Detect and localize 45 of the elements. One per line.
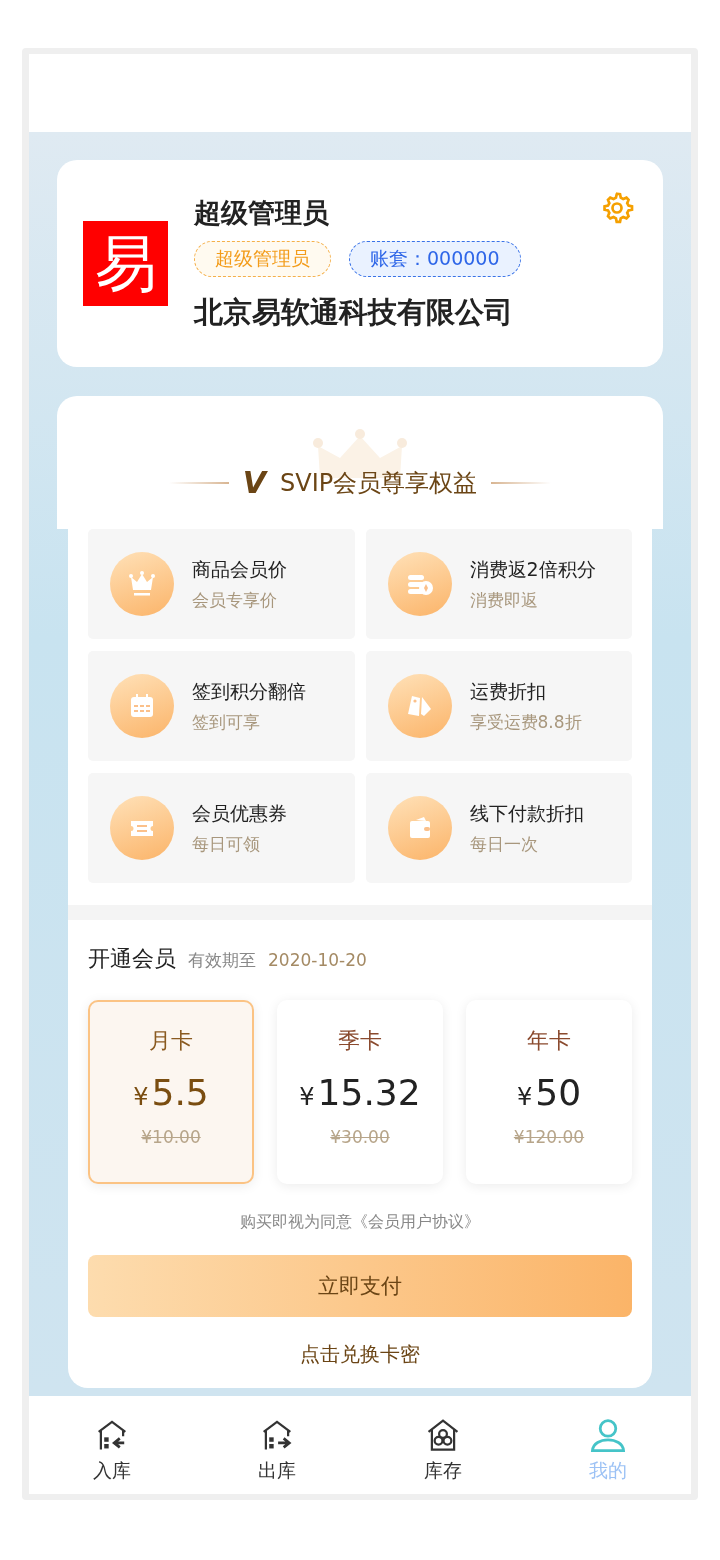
benefit-title: 消费返2倍积分	[469, 556, 596, 582]
pay-button[interactable]: 立即支付	[88, 1255, 632, 1317]
original-price: ¥30.00	[330, 1127, 390, 1147]
benefit-subtitle: 消费即返	[469, 588, 539, 612]
redeem-link[interactable]: 点击兑换卡密	[88, 1341, 632, 1368]
expiry-label: 有效期至	[188, 949, 256, 972]
benefits-title: SVIP会员尊享权益	[280, 467, 478, 499]
currency-symbol: ¥	[516, 1083, 533, 1111]
expiry-date: 2020-10-20	[268, 950, 367, 970]
tab[interactable]: 入库	[29, 1404, 195, 1494]
plan-card[interactable]: 季卡 ¥15.32 ¥30.00	[277, 1000, 443, 1184]
original-price: ¥10.00	[141, 1127, 201, 1147]
vip-mark: V	[242, 465, 266, 500]
tab[interactable]: 出库	[194, 1404, 360, 1494]
benefit-subtitle: 每日一次	[469, 832, 539, 856]
original-price: ¥120.00	[513, 1127, 585, 1147]
role-tag: 超级管理员	[194, 240, 331, 277]
benefit-subtitle: 享受运费8.8折	[469, 710, 582, 734]
section-title: 开通会员	[88, 945, 176, 973]
benefit-subtitle: 每日可领	[192, 832, 261, 856]
plan-name: 季卡	[338, 1027, 382, 1055]
benefit-title: 商品会员价	[192, 556, 287, 582]
plan-price: 50	[535, 1072, 582, 1113]
agreement-text: 购买即视为同意《会员用户协议》	[239, 1212, 481, 1233]
currency-symbol: ¥	[133, 1083, 149, 1111]
plan-card[interactable]: 年卡 ¥50 ¥120.00	[466, 1000, 632, 1184]
user-name: 超级管理员	[194, 195, 330, 230]
currency-symbol: ¥	[299, 1083, 315, 1111]
divider-line	[168, 481, 229, 484]
divider-line	[491, 481, 552, 484]
plan-name: 年卡	[527, 1027, 571, 1055]
benefit-title: 会员优惠券	[192, 800, 287, 826]
benefit-title: 线下付款折扣	[469, 800, 584, 826]
plan-price: 5.5	[151, 1072, 209, 1113]
company-logo: 易	[83, 221, 168, 306]
company-name: 北京易软通科技有限公司	[194, 293, 514, 331]
benefit-title: 运费折扣	[469, 678, 547, 704]
account-tag: 账套：000000	[349, 240, 521, 277]
benefit-subtitle: 签到可享	[192, 710, 261, 734]
plan-name: 月卡	[149, 1027, 193, 1055]
benefit-subtitle: 会员专享价	[192, 588, 278, 612]
tab[interactable]: 库存	[360, 1404, 526, 1494]
plan-price: 15.32	[317, 1072, 421, 1113]
benefit-title: 签到积分翻倍	[192, 678, 306, 704]
plan-card[interactable]: 月卡 ¥5.5 ¥10.00	[88, 1000, 254, 1184]
